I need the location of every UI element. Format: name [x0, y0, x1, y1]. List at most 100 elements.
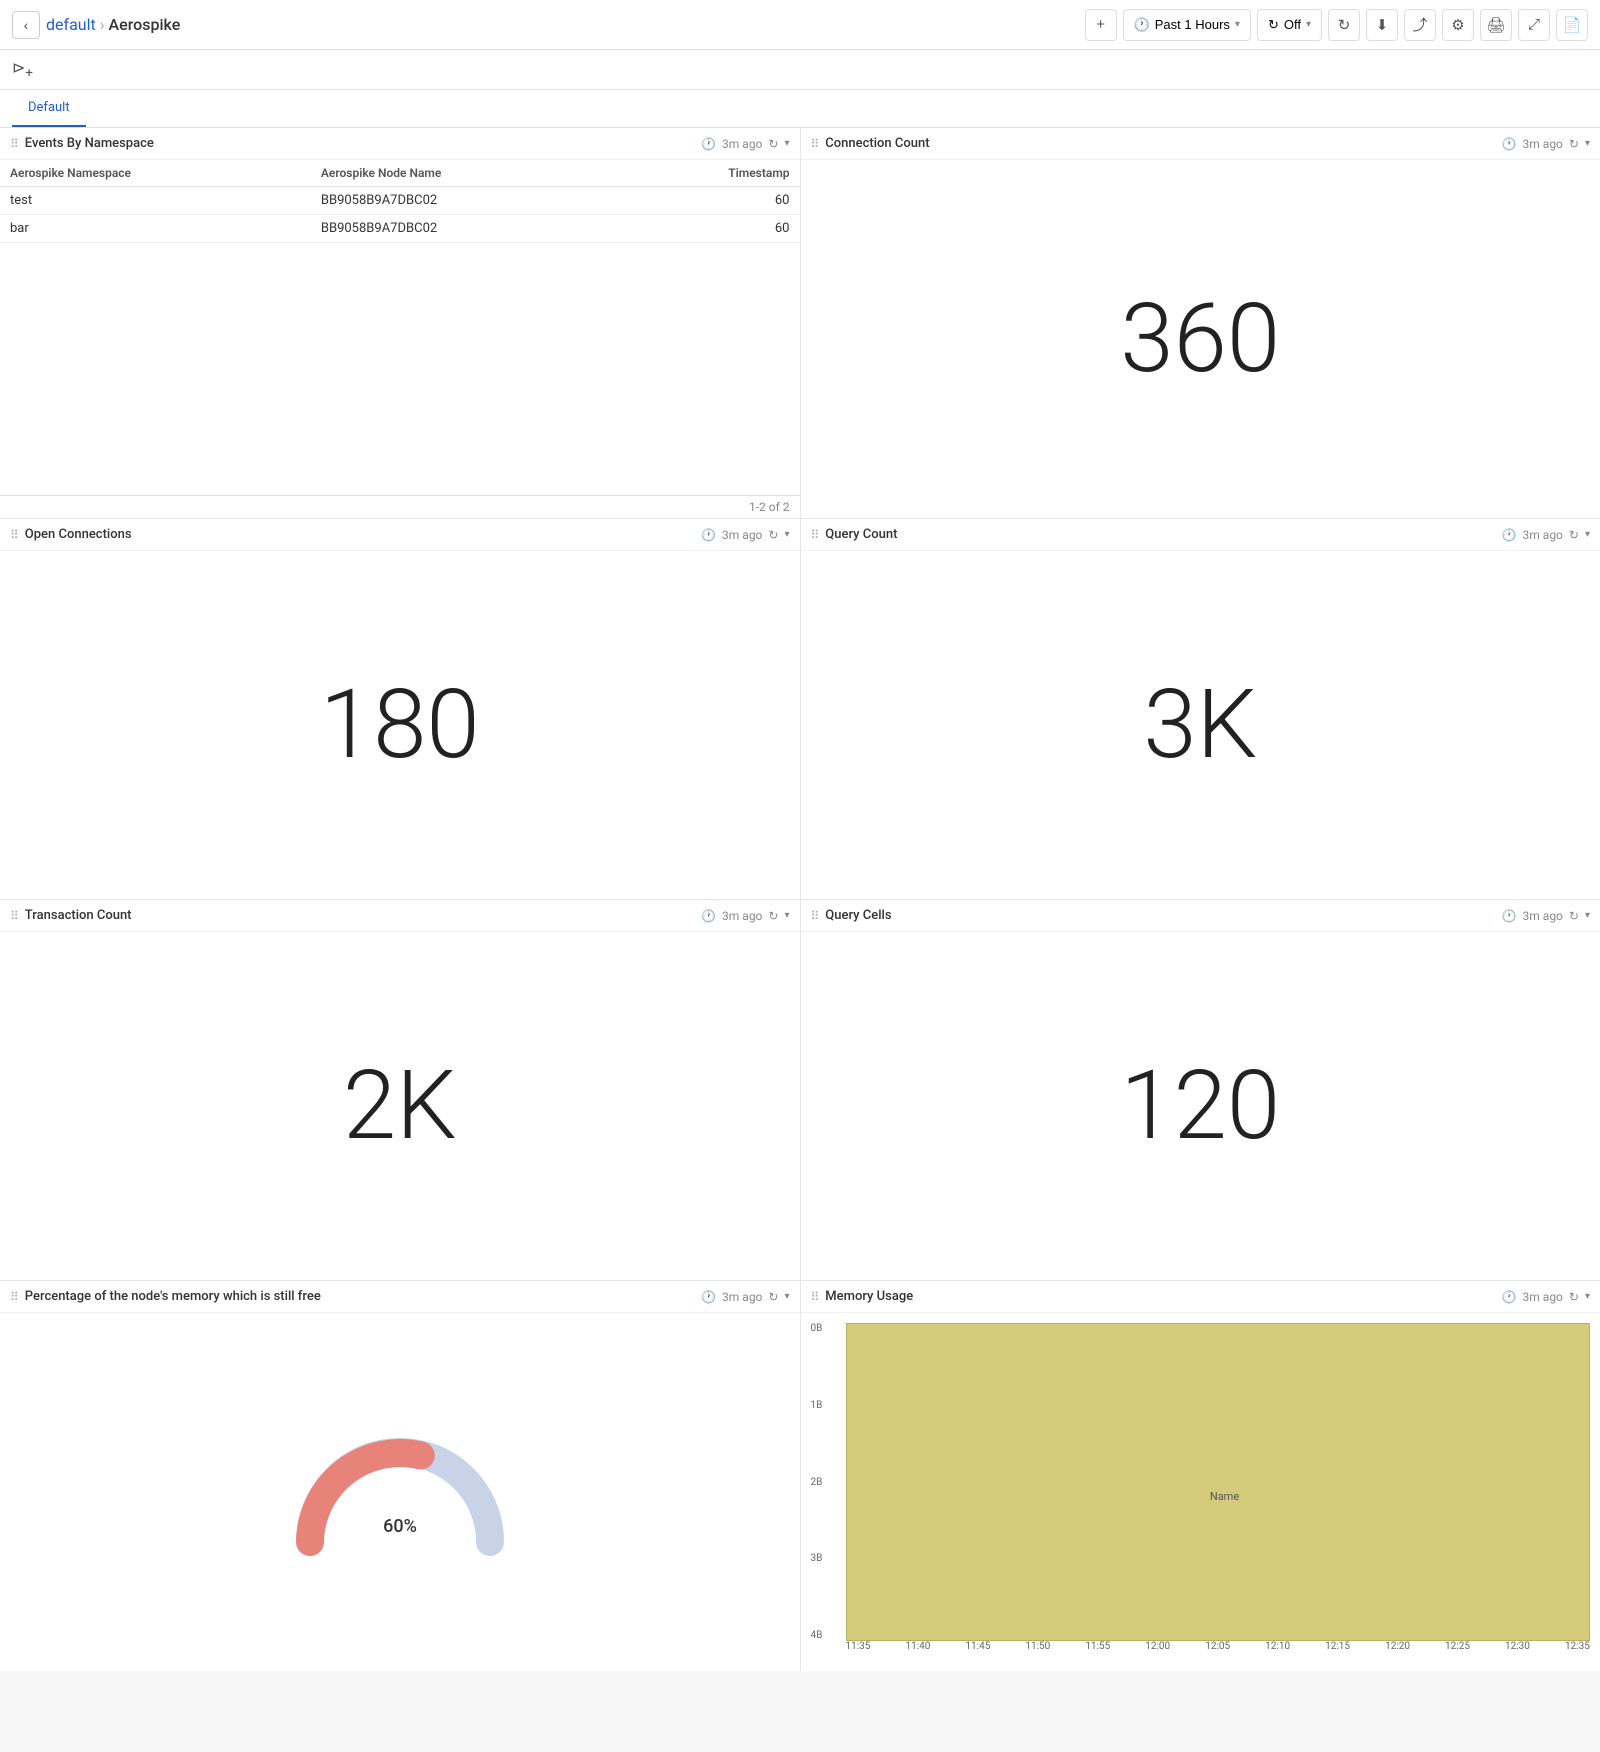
y-label-4b: 4B [811, 1630, 841, 1641]
refresh-button[interactable]: ↻ [1328, 9, 1360, 41]
gauge-container: 60% [0, 1313, 800, 1671]
docs-button[interactable]: 📄 [1556, 9, 1588, 41]
memory-node-panel: ⠿ Percentage of the node's memory which … [0, 1281, 800, 1671]
clock-icon-small: 🕐 [701, 528, 716, 542]
topbar-left: ‹ default › Aerospike [12, 11, 1077, 39]
memory-node-refresh-icon[interactable]: ↻ [768, 1290, 778, 1304]
fullscreen-icon: ⤢ [1528, 16, 1540, 33]
connection-dropdown-icon[interactable]: ▾ [1585, 138, 1590, 149]
tab-default[interactable]: Default [12, 90, 86, 127]
fullscreen-button[interactable]: ⤢ [1518, 9, 1550, 41]
clock-icon-small: 🕐 [701, 137, 716, 151]
drag-icon: ⠿ [811, 137, 820, 151]
y-label-1b: 1B [811, 1400, 841, 1411]
transaction-count-header: ⠿ Transaction Count 🕐 3m ago ↻ ▾ [0, 900, 800, 932]
docs-icon: 📄 [1563, 16, 1582, 34]
memory-usage-meta-time: 3m ago [1523, 1290, 1563, 1304]
clock-icon-small: 🕐 [1502, 909, 1517, 923]
query-count-refresh-icon[interactable]: ↻ [1569, 528, 1579, 542]
refresh-cycle-chevron: ▾ [1306, 19, 1311, 30]
table-row: bar BB9058B9A7DBC02 60 [0, 215, 800, 243]
gauge-value-text: 60% [383, 1516, 417, 1537]
filter-icon[interactable]: ⊳+ [12, 58, 33, 81]
memory-node-meta: 🕐 3m ago ↻ ▾ [701, 1290, 789, 1304]
transaction-dropdown-icon[interactable]: ▾ [784, 910, 789, 921]
memory-chart-area: 4B 3B 2B 1B 0B Name 11:3511:4011:4511:50… [811, 1323, 1591, 1661]
clock-icon-small: 🕐 [701, 1290, 716, 1304]
events-meta-time: 3m ago [722, 137, 762, 151]
drag-icon: ⠿ [811, 528, 820, 542]
gauge-svg: 60% [290, 1422, 510, 1562]
breadcrumb: default › Aerospike [46, 15, 180, 34]
drag-icon: ⠿ [10, 909, 19, 923]
x-label: 12:15 [1325, 1641, 1350, 1661]
memory-usage-dropdown-icon[interactable]: ▾ [1585, 1291, 1590, 1302]
query-cells-title: Query Cells [825, 908, 1495, 923]
connection-count-title: Connection Count [825, 136, 1495, 151]
x-label: 12:00 [1145, 1641, 1170, 1661]
clock-icon-small: 🕐 [701, 909, 716, 923]
transaction-refresh-icon[interactable]: ↻ [768, 909, 778, 923]
query-cells-header: ⠿ Query Cells 🕐 3m ago ↻ ▾ [801, 900, 1600, 932]
x-label: 12:10 [1265, 1641, 1290, 1661]
share-button[interactable]: ⤴ [1404, 9, 1436, 41]
chart-fill-area: Name [846, 1323, 1591, 1641]
open-refresh-icon[interactable]: ↻ [768, 528, 778, 542]
transaction-count-title: Transaction Count [25, 908, 695, 923]
tab-default-label: Default [28, 100, 70, 115]
open-dropdown-icon[interactable]: ▾ [784, 529, 789, 540]
x-label: 12:30 [1505, 1641, 1530, 1661]
connection-count-value: 360 [801, 160, 1600, 518]
query-count-panel: ⠿ Query Count 🕐 3m ago ↻ ▾ 3K [801, 519, 1600, 899]
transaction-meta-time: 3m ago [722, 909, 762, 923]
query-cells-refresh-icon[interactable]: ↻ [1569, 909, 1579, 923]
query-count-header: ⠿ Query Count 🕐 3m ago ↻ ▾ [801, 519, 1600, 551]
connection-refresh-icon[interactable]: ↻ [1569, 137, 1579, 151]
events-dropdown-icon[interactable]: ▾ [784, 138, 789, 149]
events-by-namespace-header: ⠿ Events By Namespace 🕐 3m ago ↻ ▾ [0, 128, 800, 160]
memory-node-dropdown-icon[interactable]: ▾ [784, 1291, 789, 1302]
sub-toolbar: ⊳+ [0, 50, 1600, 90]
transaction-count-panel: ⠿ Transaction Count 🕐 3m ago ↻ ▾ 2K [0, 900, 800, 1280]
y-label-3b: 3B [811, 1553, 841, 1564]
drag-icon: ⠿ [10, 1290, 19, 1304]
breadcrumb-separator: › [100, 15, 105, 34]
print-button[interactable]: 🖨 [1480, 9, 1512, 41]
events-refresh-icon[interactable]: ↻ [768, 137, 778, 151]
clock-icon-small: 🕐 [1502, 528, 1517, 542]
connection-meta-time: 3m ago [1523, 137, 1563, 151]
breadcrumb-current: Aerospike [109, 15, 181, 34]
download-icon: ⬇ [1376, 16, 1389, 34]
refresh-cycle-label: Off [1284, 17, 1301, 32]
y-axis-label-text: Name [1210, 1490, 1239, 1503]
memory-usage-header: ⠿ Memory Usage 🕐 3m ago ↻ ▾ [801, 1281, 1600, 1313]
clock-icon-small: 🕐 [1502, 137, 1517, 151]
memory-node-title: Percentage of the node's memory which is… [25, 1289, 695, 1304]
col-namespace: Aerospike Namespace [0, 160, 311, 187]
query-count-title: Query Count [825, 527, 1495, 542]
open-meta-time: 3m ago [722, 528, 762, 542]
y-label-0b: 0B [811, 1323, 841, 1334]
query-count-dropdown-icon[interactable]: ▾ [1585, 529, 1590, 540]
events-by-namespace-meta: 🕐 3m ago ↻ ▾ [701, 137, 789, 151]
connection-count-header: ⠿ Connection Count 🕐 3m ago ↻ ▾ [801, 128, 1600, 160]
x-label: 12:05 [1205, 1641, 1230, 1661]
clock-icon-small: 🕐 [1502, 1290, 1517, 1304]
transaction-count-meta: 🕐 3m ago ↻ ▾ [701, 909, 789, 923]
add-panel-button[interactable]: + [1085, 9, 1117, 41]
settings-button[interactable]: ⚙ [1442, 9, 1474, 41]
x-axis-labels: 11:3511:4011:4511:5011:5512:0012:0512:10… [846, 1641, 1591, 1661]
time-range-button[interactable]: 🕐 Past 1 Hours ▾ [1123, 9, 1251, 41]
query-cells-dropdown-icon[interactable]: ▾ [1585, 910, 1590, 921]
query-count-meta-time: 3m ago [1523, 528, 1563, 542]
download-button[interactable]: ⬇ [1366, 9, 1398, 41]
refresh-cycle-icon: ↻ [1268, 17, 1279, 33]
memory-usage-refresh-icon[interactable]: ↻ [1569, 1290, 1579, 1304]
back-button[interactable]: ‹ [12, 11, 40, 39]
breadcrumb-parent[interactable]: default [46, 15, 96, 34]
tab-bar: Default [0, 90, 1600, 128]
y-label-2b: 2B [811, 1477, 841, 1488]
drag-icon: ⠿ [10, 528, 19, 542]
refresh-cycle-button[interactable]: ↻ Off ▾ [1257, 9, 1322, 41]
topbar-right: + 🕐 Past 1 Hours ▾ ↻ Off ▾ ↻ ⬇ ⤴ ⚙ 🖨 ⤢ [1085, 9, 1588, 41]
